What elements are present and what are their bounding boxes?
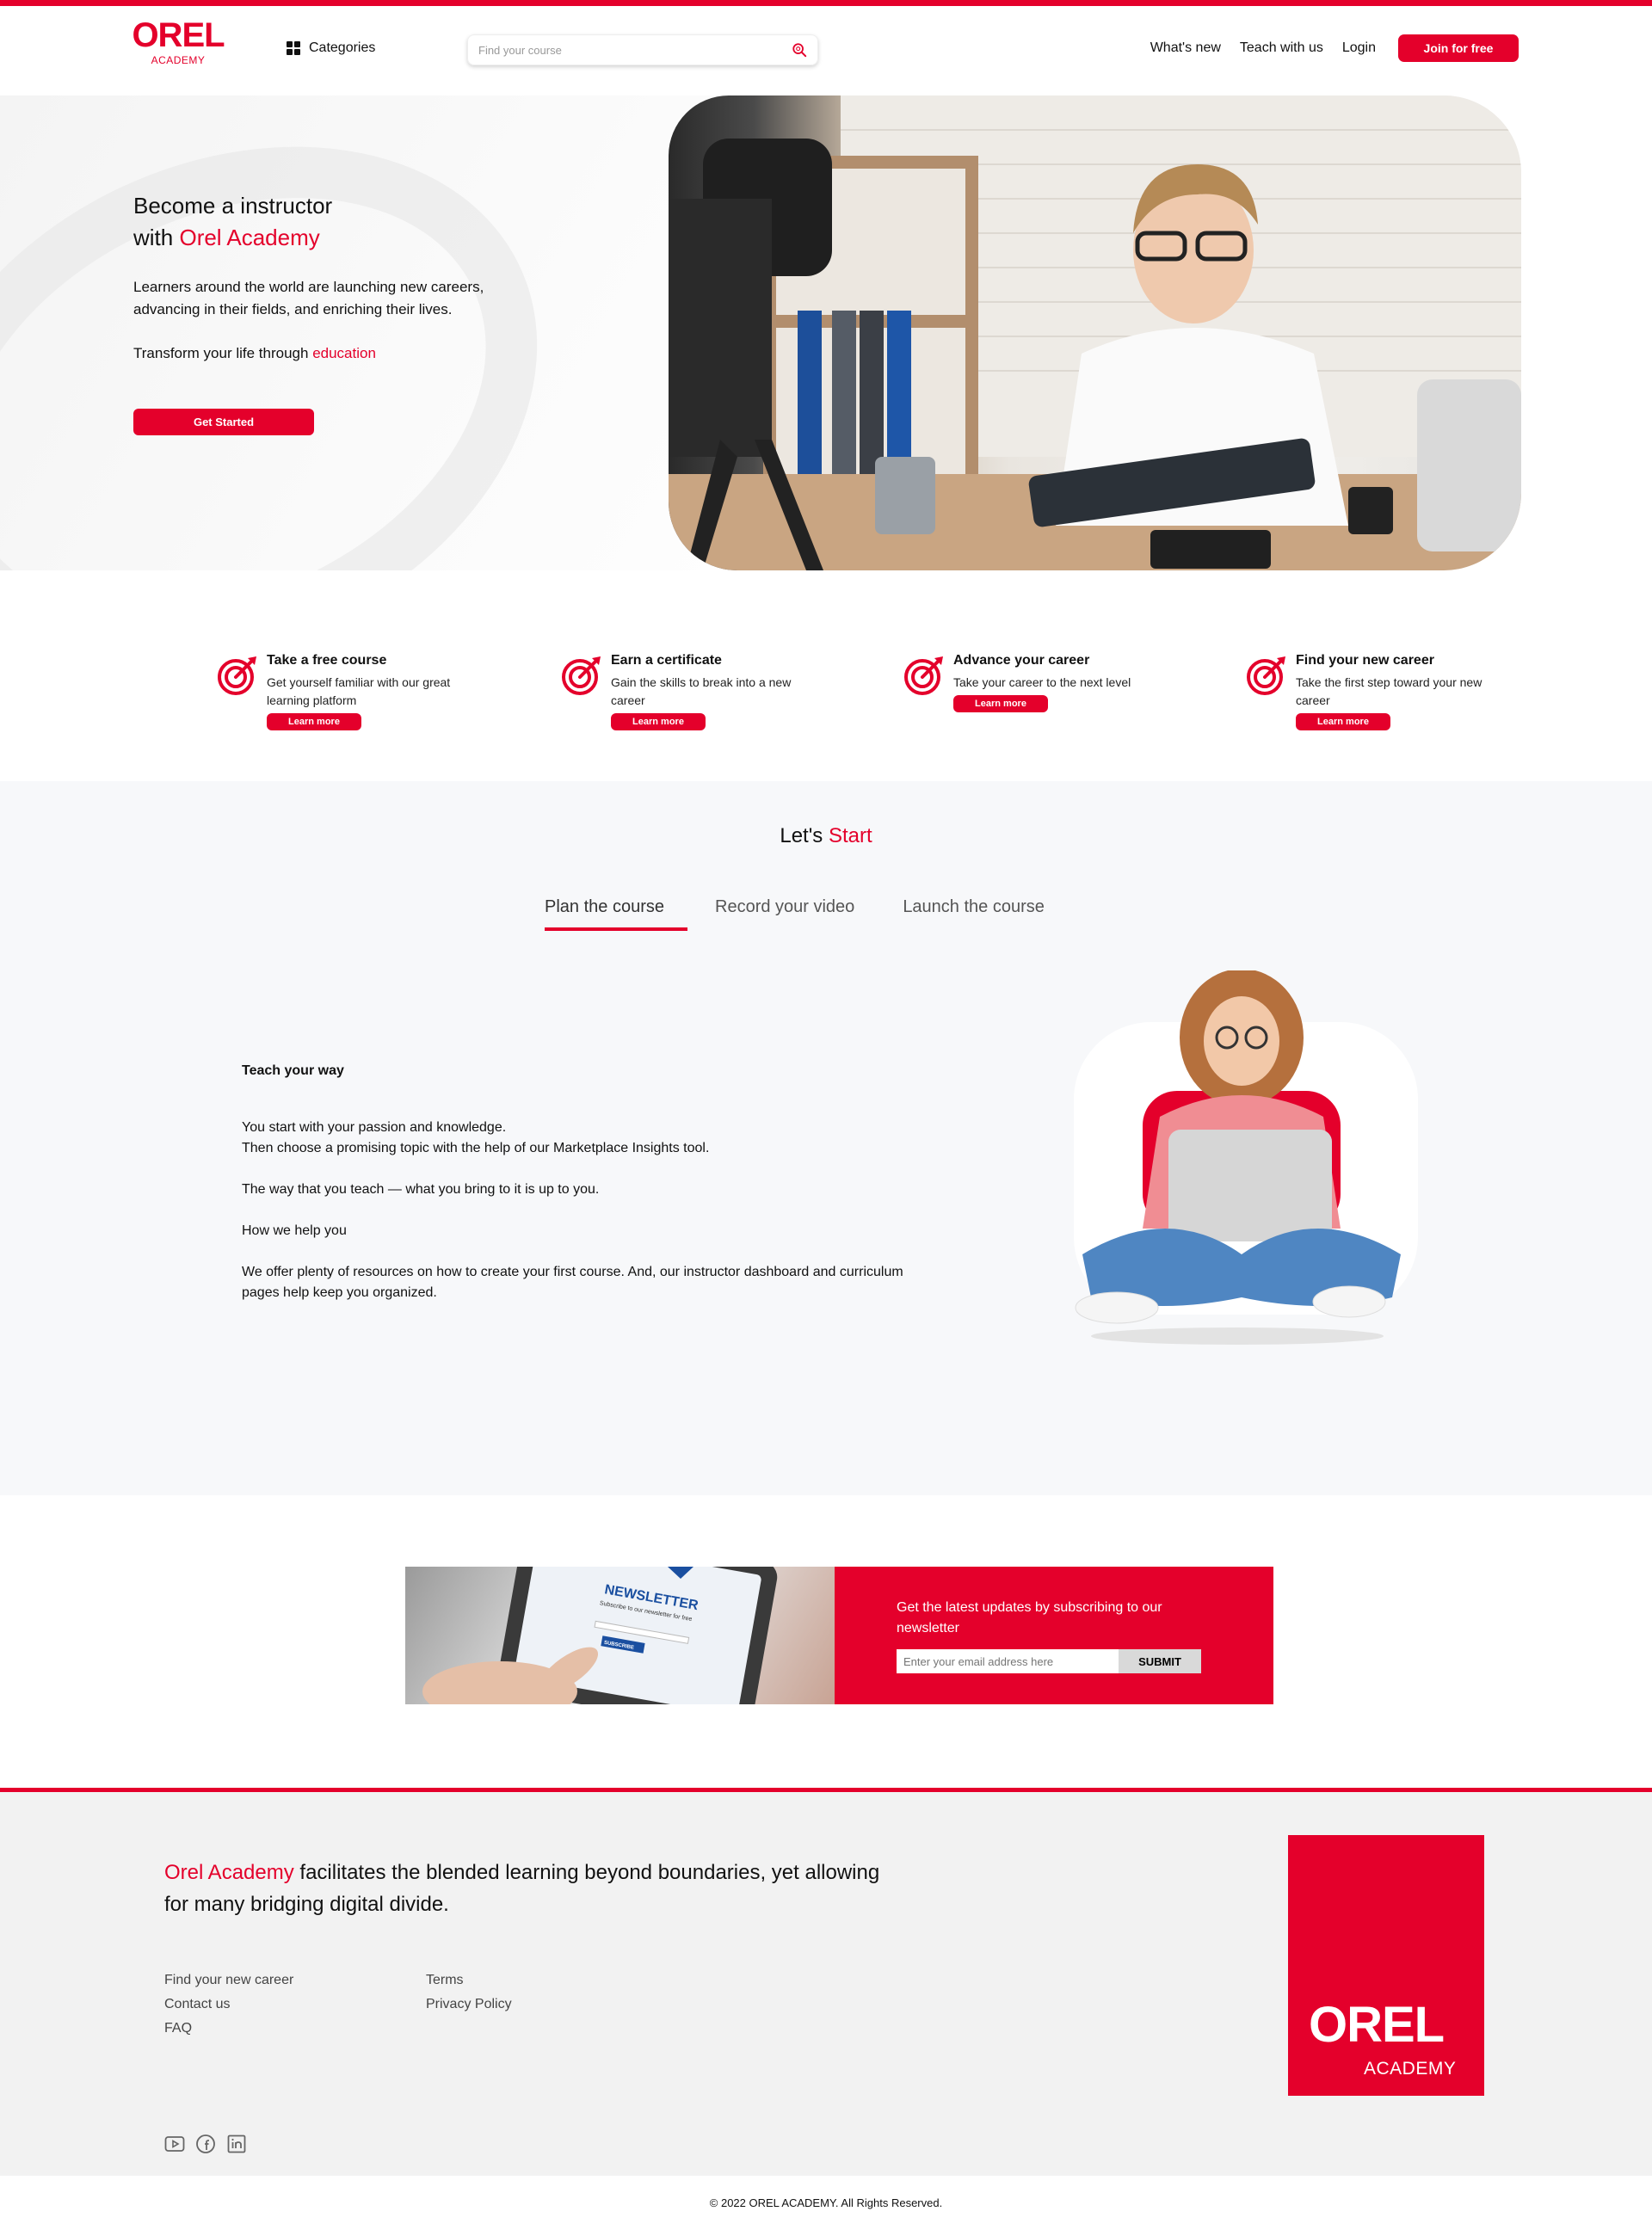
feature-card: Advance your career Take your career to … xyxy=(903,650,1144,712)
search-input[interactable] xyxy=(478,43,792,57)
hero-image-instructor xyxy=(669,95,1521,570)
hero-description: Learners around the world are launching … xyxy=(133,279,484,317)
grid-icon xyxy=(287,41,300,55)
nav-whats-new[interactable]: What's new xyxy=(1150,40,1221,56)
main-nav: What's new Teach with us Login Join for … xyxy=(1150,34,1519,62)
feature-body: Take a free course Get yourself familiar… xyxy=(267,650,458,730)
footer-link-find-career[interactable]: Find your new career xyxy=(164,1968,293,1993)
learn-more-button[interactable]: Learn more xyxy=(1296,713,1390,730)
tab-content-paragraph: The way that you teach — what you bring … xyxy=(242,1182,600,1197)
footer-logo-main: OREL xyxy=(1309,1997,1445,2053)
top-accent-bar xyxy=(0,0,1652,6)
hero-section: Become a instructor with Orel Academy Le… xyxy=(0,95,1652,570)
newsletter-submit-button[interactable]: SUBMIT xyxy=(1119,1649,1201,1673)
search-icon[interactable] xyxy=(792,42,807,58)
footer-links-col1: Find your new career Contact us FAQ xyxy=(164,1968,293,2041)
footer-link-privacy[interactable]: Privacy Policy xyxy=(426,1993,512,2017)
feature-title: Earn a certificate xyxy=(611,653,722,668)
logo-main: OREL xyxy=(132,16,225,54)
course-tabs: Plan the course Record your video Launch… xyxy=(545,897,1045,931)
site-footer: Orel Academy facilitates the blended lea… xyxy=(0,1792,1652,2176)
footer-link-terms[interactable]: Terms xyxy=(426,1968,512,1993)
feature-body: Earn a certificate Gain the skills to br… xyxy=(611,650,802,730)
tab-content-heading: Teach your way xyxy=(242,1063,344,1078)
nav-login[interactable]: Login xyxy=(1342,40,1376,56)
footer-tagline-highlight: Orel Academy xyxy=(164,1861,294,1884)
hero-text: Become a instructor with Orel Academy Le… xyxy=(133,190,495,362)
copyright: © 2022 OREL ACADEMY. All Rights Reserved… xyxy=(0,2176,1652,2230)
feature-card: Find your new career Take the first step… xyxy=(1246,650,1487,730)
footer-logo[interactable]: OREL ACADEMY xyxy=(1288,1835,1484,2096)
target-icon xyxy=(904,656,943,695)
learn-more-button[interactable]: Learn more xyxy=(267,713,361,730)
tab-record-your-video[interactable]: Record your video xyxy=(715,897,854,931)
site-header: OREL ACADEMY Categories What's new Teach… xyxy=(0,6,1652,95)
tab-plan-the-course[interactable]: Plan the course xyxy=(545,897,687,931)
footer-tagline: Orel Academy facilitates the blended lea… xyxy=(164,1857,904,1920)
hero-transform: Transform your life through education xyxy=(133,345,495,362)
logo-sub: ACADEMY xyxy=(151,54,206,66)
tab-content-paragraph: You start with your passion and knowledg… xyxy=(242,1118,930,1159)
hero-title-prefix: with xyxy=(133,225,180,250)
newsletter-email-input[interactable] xyxy=(897,1649,1119,1673)
feature-card: Earn a certificate Gain the skills to br… xyxy=(561,650,802,730)
feature-description: Get yourself familiar with our great lea… xyxy=(267,675,451,707)
newsletter-box: Get the latest updates by subscribing to… xyxy=(835,1567,1273,1704)
tablet-photo: NEWSLETTER Subscribe to our newsletter f… xyxy=(422,1567,778,1704)
feature-title: Find your new career xyxy=(1296,653,1434,668)
target-icon xyxy=(562,656,601,695)
join-button[interactable]: Join for free xyxy=(1398,34,1519,62)
youtube-icon[interactable] xyxy=(164,2134,185,2154)
lets-start-prefix: Let's xyxy=(780,824,829,847)
target-icon xyxy=(1247,656,1285,695)
get-started-button[interactable]: Get Started xyxy=(133,409,314,435)
feature-card: Take a free course Get yourself familiar… xyxy=(217,650,458,730)
learn-more-button[interactable]: Learn more xyxy=(611,713,706,730)
newsletter-section: NEWSLETTER Subscribe to our newsletter f… xyxy=(0,1495,1652,1788)
lets-start-section: Let's Start Plan the course Record your … xyxy=(0,781,1652,1495)
newsletter-form: SUBMIT xyxy=(897,1649,1211,1673)
categories-label: Categories xyxy=(309,40,376,55)
nav-teach[interactable]: Teach with us xyxy=(1240,40,1323,56)
feature-body: Advance your career Take your career to … xyxy=(953,650,1131,712)
newsletter-tablet-image: NEWSLETTER Subscribe to our newsletter f… xyxy=(405,1567,835,1704)
target-icon xyxy=(218,656,256,695)
search-bar xyxy=(467,34,818,65)
learn-more-button[interactable]: Learn more xyxy=(953,695,1048,712)
linkedin-icon[interactable] xyxy=(226,2134,247,2154)
footer-link-contact[interactable]: Contact us xyxy=(164,1993,293,2017)
categories-menu[interactable]: Categories xyxy=(287,40,375,56)
feature-description: Take the first step toward your new care… xyxy=(1296,675,1482,707)
feature-title: Take a free course xyxy=(267,653,387,668)
feature-description: Gain the skills to break into a new care… xyxy=(611,675,792,707)
tab-launch-the-course[interactable]: Launch the course xyxy=(903,897,1045,931)
footer-links-col2: Terms Privacy Policy xyxy=(426,1968,512,2017)
hero-transform-highlight: education xyxy=(312,345,376,361)
newsletter-text: Get the latest updates by subscribing to… xyxy=(897,1600,1162,1635)
footer-link-faq[interactable]: FAQ xyxy=(164,2017,293,2041)
social-links xyxy=(164,2134,247,2154)
hero-title-line2: with Orel Academy xyxy=(133,222,495,254)
tab-content-paragraph: We offer plenty of resources on how to c… xyxy=(242,1265,903,1300)
hero-transform-prefix: Transform your life through xyxy=(133,345,313,361)
lets-start-title: Let's Start xyxy=(0,824,1652,848)
instructor-photo xyxy=(669,95,1521,570)
features-section: Take a free course Get yourself familiar… xyxy=(0,570,1652,781)
logo[interactable]: OREL ACADEMY xyxy=(131,18,225,66)
tab-content: Teach your way You start with your passi… xyxy=(242,1061,930,1324)
tab-content-paragraph: How we help you xyxy=(242,1223,347,1238)
footer-logo-sub: ACADEMY xyxy=(1364,2059,1457,2079)
hero-title-highlight: Orel Academy xyxy=(179,225,320,250)
hero-title-line1: Become a instructor xyxy=(133,193,333,219)
hero-title: Become a instructor with Orel Academy xyxy=(133,190,495,254)
tab-content-line: Then choose a promising topic with the h… xyxy=(242,1141,710,1155)
facebook-icon[interactable] xyxy=(195,2134,216,2154)
feature-body: Find your new career Take the first step… xyxy=(1296,650,1487,730)
student-laptop-illustration xyxy=(1074,970,1418,1345)
feature-title: Advance your career xyxy=(953,653,1090,668)
feature-description: Take your career to the next level xyxy=(953,675,1131,689)
lets-start-highlight: Start xyxy=(828,824,872,847)
tab-content-line: You start with your passion and knowledg… xyxy=(242,1120,507,1135)
